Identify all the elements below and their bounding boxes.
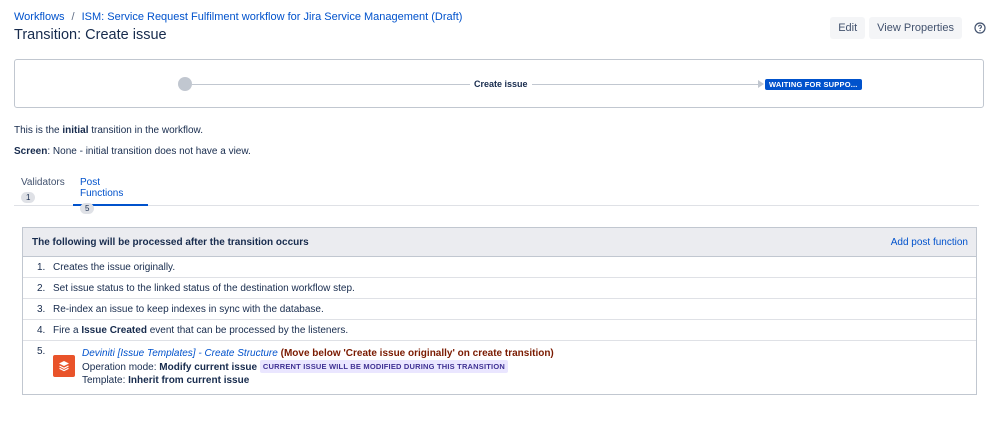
- plugin-post-function: Deviniti [Issue Templates] - Create Stru…: [53, 346, 554, 387]
- tabs: Validators 1 Post Functions 5: [14, 174, 979, 214]
- tab-validators[interactable]: Validators 1: [14, 174, 72, 206]
- page-title: Transition: Create issue: [14, 27, 167, 43]
- item-number: 5.: [37, 346, 46, 357]
- operation-mode-label: Operation mode:: [82, 362, 160, 373]
- view-properties-button[interactable]: View Properties: [869, 17, 962, 39]
- item-text: Re-index an issue to keep indexes in syn…: [53, 303, 324, 315]
- item-number: 2.: [37, 282, 46, 294]
- screen-label: Screen: [14, 146, 48, 157]
- top-actions: Edit View Properties: [830, 17, 988, 39]
- breadcrumb-separator: /: [71, 11, 75, 23]
- tab-validators-count: 1: [21, 192, 36, 203]
- list-item: 3. Re-index an issue to keep indexes in …: [23, 299, 976, 320]
- item-number: 1.: [37, 261, 46, 273]
- question-circle-icon[interactable]: [972, 20, 988, 36]
- item-text: Creates the issue originally.: [53, 261, 176, 273]
- arrow-head-icon: [758, 80, 764, 88]
- edit-button[interactable]: Edit: [830, 17, 866, 39]
- desc-bold: initial: [62, 125, 89, 136]
- plugin-link[interactable]: Deviniti [Issue Templates] - Create Stru…: [82, 348, 278, 359]
- operation-mode-value: Modify current issue: [159, 362, 258, 373]
- tab-post-functions-count: 5: [80, 203, 95, 214]
- list-item: 4. Fire a Issue Created event that can b…: [23, 320, 976, 341]
- breadcrumb: Workflows / ISM: Service Request Fulfilm…: [14, 11, 462, 23]
- item-text: Fire a Issue Created event that can be p…: [53, 325, 348, 336]
- destination-status-lozenge[interactable]: WAITING FOR SUPPO...: [765, 79, 862, 90]
- add-post-function-link[interactable]: Add post function: [891, 237, 968, 248]
- item-text-post: event that can be processed by the liste…: [146, 324, 349, 336]
- desc-text: This is the: [14, 125, 63, 136]
- transition-label: Create issue: [470, 79, 532, 89]
- post-functions-header: The following will be processed after th…: [23, 228, 976, 257]
- desc-text-end: transition in the workflow.: [88, 125, 203, 136]
- list-item: 5. Deviniti [Issue Templates] - Create S…: [23, 341, 976, 394]
- item-text: Set issue status to the linked status of…: [53, 282, 355, 294]
- tab-post-functions[interactable]: Post Functions 5: [73, 174, 148, 214]
- item-number: 3.: [37, 303, 46, 315]
- breadcrumb-workflow-link[interactable]: ISM: Service Request Fulfilment workflow…: [82, 11, 463, 23]
- initial-transition-description: This is the initial transition in the wo…: [14, 125, 203, 136]
- item-text-bold: Issue Created: [81, 324, 147, 336]
- tab-post-functions-label: Post Functions: [80, 177, 124, 199]
- list-item: 2. Set issue status to the linked status…: [23, 278, 976, 299]
- item-number: 4.: [37, 324, 46, 336]
- post-functions-table: The following will be processed after th…: [22, 227, 977, 395]
- template-value: Inherit from current issue: [128, 375, 250, 386]
- screen-description: Screen: None - initial transition does n…: [14, 146, 251, 157]
- tab-validators-label: Validators: [21, 177, 65, 188]
- item-text-pre: Fire a: [53, 324, 82, 336]
- transition-diagram: Create issue WAITING FOR SUPPO...: [14, 59, 984, 108]
- plugin-note: (Move below 'Create issue originally' on…: [280, 348, 554, 359]
- breadcrumb-workflows-link[interactable]: Workflows: [14, 11, 65, 23]
- list-item: 1. Creates the issue originally.: [23, 257, 976, 278]
- screen-value: : None - initial transition does not hav…: [47, 146, 251, 157]
- issue-templates-layers-icon: [53, 355, 75, 377]
- template-label: Template:: [82, 375, 129, 386]
- start-node: [178, 77, 192, 91]
- status-badge: CURRENT ISSUE WILL BE MODIFIED DURING TH…: [259, 360, 508, 373]
- post-functions-title: The following will be processed after th…: [32, 236, 309, 248]
